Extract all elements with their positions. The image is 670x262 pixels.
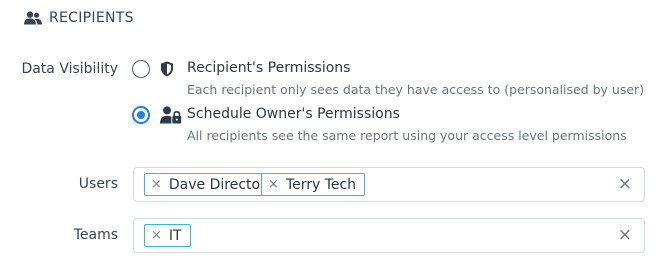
user-lock-icon xyxy=(160,106,182,124)
team-tag-label: IT xyxy=(168,227,182,244)
section-header: RECIPIENTS xyxy=(24,10,134,26)
schedule-owner-permissions-title: Schedule Owner's Permissions xyxy=(187,106,400,122)
team-tag: × IT xyxy=(144,224,191,247)
remove-tag-icon[interactable]: × xyxy=(268,177,279,192)
section-title: RECIPIENTS xyxy=(49,10,134,26)
recipient-permissions-description: Each recipient only sees data they have … xyxy=(187,82,645,97)
clear-teams-icon[interactable]: × xyxy=(618,225,632,245)
schedule-owner-permissions-description: All recipients see the same report using… xyxy=(187,128,627,143)
teams-select[interactable]: × IT × xyxy=(133,218,645,253)
recipient-permissions-radio[interactable] xyxy=(132,60,150,78)
clear-users-icon[interactable]: × xyxy=(618,174,632,194)
users-select[interactable]: × Dave Director × Terry Tech × xyxy=(133,167,645,202)
user-tag: × Dave Director xyxy=(144,173,275,196)
shield-icon xyxy=(161,61,173,77)
user-tag: × Terry Tech xyxy=(261,173,366,196)
recipient-permissions-title: Recipient's Permissions xyxy=(187,60,351,76)
users-label: Users xyxy=(78,176,118,192)
schedule-owner-permissions-radio[interactable] xyxy=(132,106,150,124)
teams-label: Teams xyxy=(73,227,118,243)
data-visibility-label: Data Visibility xyxy=(21,61,118,77)
remove-tag-icon[interactable]: × xyxy=(151,228,162,243)
user-tag-label: Terry Tech xyxy=(285,176,357,193)
people-icon xyxy=(24,11,42,25)
user-tag-label: Dave Director xyxy=(168,176,266,193)
remove-tag-icon[interactable]: × xyxy=(151,177,162,192)
